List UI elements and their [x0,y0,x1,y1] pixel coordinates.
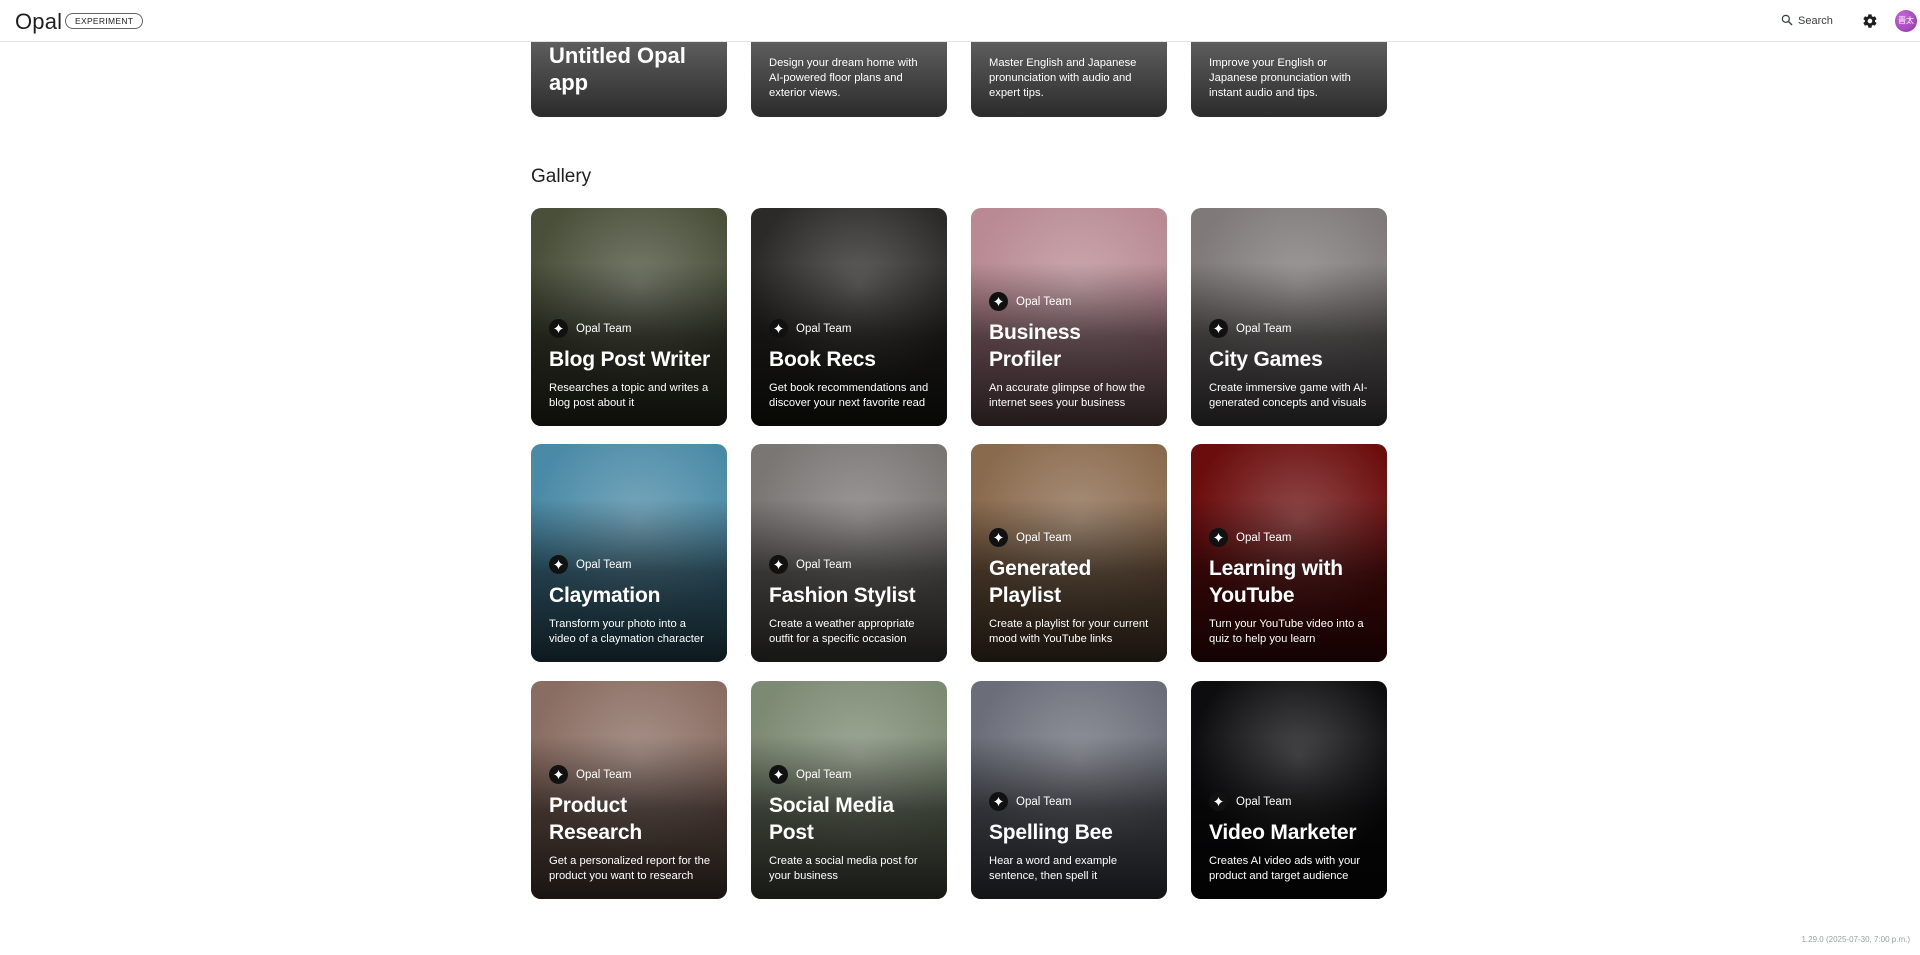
card-author: Opal Team [1209,319,1373,338]
card-title: City Games [1209,348,1323,371]
card-content: Opal Team Book Recs Get book recommendatio… [769,319,933,411]
avatar[interactable]: 晋太 [1895,10,1917,32]
sparkle-icon [1209,528,1228,547]
sparkle-icon [549,319,568,338]
gallery-card[interactable]: Opal Team Product Research Get a personali… [531,681,727,899]
card-title: Fashion Stylist [769,584,916,607]
card-author: Opal Team [769,765,933,784]
sparkle-icon [769,319,788,338]
search-label: Search [1798,15,1833,27]
card-description: Hear a word and example sentence, then s… [989,855,1118,882]
gallery-card[interactable]: Opal Team Book Recs Get book recommendatio… [751,208,947,426]
card-description: Improve your English or Japanese pronunc… [1209,57,1351,99]
author-name: Opal Team [576,768,632,781]
author-name: Opal Team [796,322,852,335]
sparkle-icon [989,792,1008,811]
card-content: Opal Team Social Media Post Create a socia… [769,765,933,884]
card-author: Opal Team [1209,792,1373,811]
card-description: Create immersive game with AI-generated … [1209,382,1368,409]
card-description: An accurate glimpse of how the internet … [989,382,1146,409]
card-description: Turn your YouTube video into a quiz to h… [1209,618,1364,645]
app-logo[interactable]: Opal [15,9,62,35]
gallery-card[interactable]: Opal Team Claymation Transform your photo … [531,444,727,662]
sparkle-icon [769,555,788,574]
gallery-card[interactable]: Opal Team Learning with YouTube Turn your … [1191,444,1387,662]
card-title: Video Marketer [1209,821,1357,844]
author-name: Opal Team [576,322,632,335]
card-author: Opal Team [989,792,1153,811]
author-name: Opal Team [576,558,632,571]
author-name: Opal Team [1016,295,1072,308]
card-description: Get book recommendations and discover yo… [769,382,929,409]
gallery-card[interactable]: Opal Team Spelling Bee Hear a word and exa… [971,681,1167,899]
gear-icon[interactable] [1862,13,1878,29]
author-name: Opal Team [1016,531,1072,544]
card-content: Opal Team Claymation Transform your photo … [549,555,713,647]
card-content: Opal Team Learning with YouTube Turn your … [1209,528,1373,647]
sparkle-icon [989,292,1008,311]
sparkle-icon [1209,792,1228,811]
card-title: Claymation [549,584,661,607]
card-description: Design your dream home with AI-powered f… [769,57,918,99]
card-content: Opal Team Video Marketer Creates AI video … [1209,792,1373,884]
sparkle-icon [989,528,1008,547]
card-author: Opal Team [769,555,933,574]
card-title: Book Recs [769,348,876,371]
card-title: Spelling Bee [989,821,1113,844]
card-author: Opal Team [1209,528,1373,547]
search-button[interactable]: Search [1780,12,1833,30]
author-name: Opal Team [1236,795,1292,808]
card-description: Create a social media post for your busi… [769,855,918,882]
card-description: Creates AI video ads with your product a… [1209,855,1361,882]
card-author: Opal Team [549,319,713,338]
card-title: Learning with YouTube [1209,557,1343,607]
gallery-card[interactable]: Opal Team Fashion Stylist Create a weather… [751,444,947,662]
experiment-badge: EXPERIMENT [65,13,144,29]
card-title: Blog Post Writer [549,348,710,371]
card-title: Untitled Opal app [549,43,686,95]
sparkle-icon [549,555,568,574]
gallery-card[interactable]: Opal Team City Games Create immersive game… [1191,208,1387,426]
gallery-card[interactable]: Opal Team Generated Playlist Create a play… [971,444,1167,662]
card-content: Opal Team Generated Playlist Create a play… [989,528,1153,647]
sparkle-icon [769,765,788,784]
author-name: Opal Team [1236,531,1292,544]
card-content: Opal Team City Games Create immersive game… [1209,319,1373,411]
card-description: Master English and Japanese pronunciatio… [989,57,1137,99]
card-description: Create a weather appropriate outfit for … [769,618,915,645]
card-title: Generated Playlist [989,557,1092,607]
card-content: Opal Team Spelling Bee Hear a word and exa… [989,792,1153,884]
sparkle-icon [549,765,568,784]
gallery-heading: Gallery [531,166,592,187]
gallery-card[interactable]: Opal Team Business Profiler An accurate gl… [971,208,1167,426]
card-content: Opal Team Blog Post Writer Researches a to… [549,319,713,411]
card-author: Opal Team [549,555,713,574]
gallery-card[interactable]: Opal Team Video Marketer Creates AI video … [1191,681,1387,899]
card-description: Create a playlist for your current mood … [989,618,1149,645]
card-content: Opal Team Product Research Get a personali… [549,765,713,884]
author-name: Opal Team [796,558,852,571]
gallery-card[interactable]: Opal Team Blog Post Writer Researches a to… [531,208,727,426]
search-icon [1780,13,1794,30]
card-description: Transform your photo into a video of a c… [549,618,704,645]
author-name: Opal Team [1236,322,1292,335]
card-description: Get a personalized report for the produc… [549,855,711,882]
author-name: Opal Team [1016,795,1072,808]
gallery-card[interactable]: Opal Team Social Media Post Create a socia… [751,681,947,899]
app-header: Opal EXPERIMENT Search 晋太 [0,0,1920,42]
card-author: Opal Team [989,528,1153,547]
card-content: Opal Team Business Profiler An accurate gl… [989,292,1153,411]
card-author: Opal Team [989,292,1153,311]
card-content: Opal Team Fashion Stylist Create a weather… [769,555,933,647]
card-description: Researches a topic and writes a blog pos… [549,382,709,409]
sparkle-icon [1209,319,1228,338]
card-title: Business Profiler [989,321,1081,371]
card-title: Social Media Post [769,794,894,844]
version-label: 1.29.0 (2025-07-30, 7:00 p.m.) [1801,935,1910,944]
card-title: Product Research [549,794,642,844]
card-author: Opal Team [549,765,713,784]
author-name: Opal Team [796,768,852,781]
card-author: Opal Team [769,319,933,338]
